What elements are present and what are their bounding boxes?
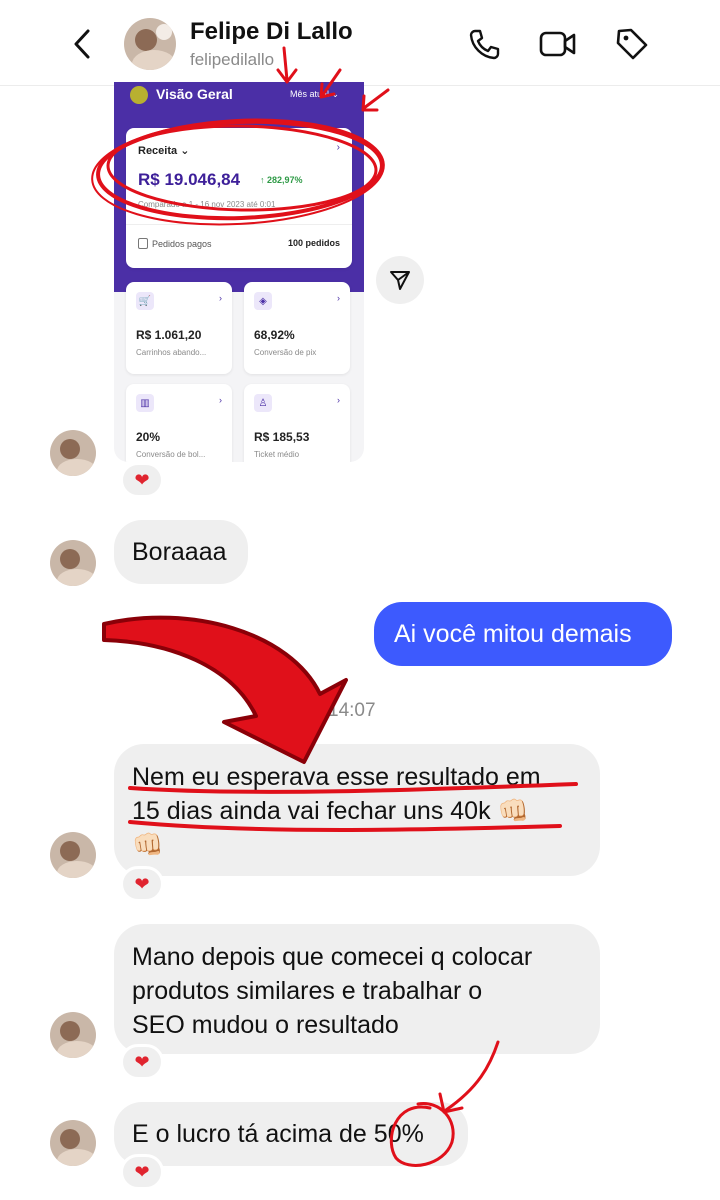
my-message-bubble[interactable]: Ai você mitou demais: [374, 602, 672, 666]
tile-value: R$ 1.061,20: [136, 328, 202, 342]
tile-value: 68,92%: [254, 328, 295, 342]
chevron-right-icon: ›: [219, 293, 222, 303]
paper-plane-icon: [390, 271, 410, 290]
chevron-right-icon: ›: [337, 395, 340, 405]
cart-icon: 🛒: [136, 292, 154, 310]
sender-avatar[interactable]: [50, 540, 96, 586]
paid-orders-value: 100 pedidos: [287, 238, 340, 248]
heart-icon: ❤: [134, 1161, 150, 1182]
heart-reaction[interactable]: ❤: [120, 1044, 164, 1080]
share-button[interactable]: [376, 256, 424, 304]
tile-boleto-conversion: ▥ › 20% Conversão de bol...: [126, 384, 232, 462]
contact-avatar[interactable]: [124, 18, 176, 70]
tile-label: Ticket médio: [254, 450, 300, 459]
tile-value: R$ 185,53: [254, 430, 310, 444]
tile-label: Conversão de pix: [254, 348, 317, 357]
heart-reaction[interactable]: ❤: [120, 1154, 164, 1190]
sender-avatar[interactable]: [50, 1012, 96, 1058]
divider: [126, 224, 352, 225]
message-bubble[interactable]: Nem eu esperava esse resultado em 15 dia…: [114, 744, 600, 876]
document-icon: [138, 238, 148, 249]
timestamp: 14:07: [328, 700, 376, 721]
message-bubble[interactable]: E o lucro tá acima de 50%: [114, 1102, 468, 1166]
chevron-right-icon: ›: [219, 395, 222, 405]
revenue-growth: ↑ 282,97%: [260, 175, 303, 185]
tile-pix-conversion: ◈ › 68,92% Conversão de pix: [244, 282, 350, 374]
heart-reaction[interactable]: ❤: [120, 462, 164, 498]
chevron-right-icon: ›: [337, 293, 340, 303]
dashboard-title: Visão Geral: [156, 86, 233, 102]
phone-icon: [469, 29, 500, 60]
shared-screenshot[interactable]: Visão Geral Mês atual ⌄ Receita ⌄ › R$ 1…: [114, 82, 364, 462]
heart-icon: ❤: [134, 873, 150, 894]
revenue-value: R$ 19.046,84: [138, 170, 241, 189]
big-red-arrow: [102, 615, 348, 764]
heart-icon: ❤: [134, 469, 150, 490]
video-camera-icon: [539, 31, 576, 57]
tile-label: Carrinhos abando...: [136, 348, 207, 357]
message-text: Boraaaa: [132, 538, 227, 566]
store-logo-icon: [130, 86, 148, 104]
revenue-comparison: Comparado a 1 - 16 nov 2023 até 0:01: [138, 200, 276, 209]
message-text-line: produtos similares e trabalhar o: [132, 977, 483, 1005]
revenue-label: Receita ⌄: [138, 145, 190, 157]
message-text-line: Mano depois que comecei q colocar: [132, 943, 533, 971]
message-bubble[interactable]: Mano depois que comecei q colocar produt…: [114, 924, 600, 1054]
heart-icon: ❤: [134, 1051, 150, 1072]
tag-icon: [616, 28, 648, 60]
pix-icon: ◈: [254, 292, 272, 310]
tile-average-ticket: ♙ › R$ 185,53 Ticket médio: [244, 384, 350, 462]
message-text-line: SEO mudou o resultado: [132, 1011, 399, 1039]
message-text-line: 👊🏻: [132, 831, 164, 859]
message-text-line: 15 dias ainda vai fechar uns 40k 👊🏻: [132, 797, 529, 825]
heart-reaction[interactable]: ❤: [120, 866, 164, 902]
video-call-button[interactable]: [538, 24, 578, 64]
tile-abandoned-carts: 🛒 › R$ 1.061,20 Carrinhos abando...: [126, 282, 232, 374]
tag-button[interactable]: [612, 24, 652, 64]
contact-name[interactable]: Felipe Di Lallo: [190, 18, 353, 46]
sender-avatar[interactable]: [50, 832, 96, 878]
call-button[interactable]: [464, 24, 504, 64]
back-button[interactable]: [60, 22, 104, 66]
chevron-left-icon: [74, 29, 90, 59]
paid-orders-label: Pedidos pagos: [152, 239, 212, 249]
contact-username: felipedilallo: [190, 50, 275, 69]
tile-value: 20%: [136, 430, 161, 444]
sender-avatar[interactable]: [50, 430, 96, 476]
tile-label: Conversão de bol...: [136, 450, 206, 459]
message-text: E o lucro tá acima de 50%: [132, 1120, 424, 1148]
message-text-line: Nem eu esperava esse resultado em: [132, 763, 541, 791]
revenue-card: Receita ⌄ › R$ 19.046,84 ↑ 282,97% Compa…: [126, 128, 352, 268]
message-text: Ai você mitou demais: [394, 620, 632, 648]
barcode-icon: ▥: [136, 394, 154, 412]
chat-header: Felipe Di Lallo felipedilallo: [0, 0, 720, 86]
message-bubble[interactable]: Boraaaa: [114, 520, 248, 584]
sender-avatar[interactable]: [50, 1120, 96, 1166]
chevron-right-icon: ›: [336, 142, 340, 153]
period-selector: Mês atual ⌄: [290, 89, 340, 99]
person-icon: ♙: [254, 394, 272, 412]
